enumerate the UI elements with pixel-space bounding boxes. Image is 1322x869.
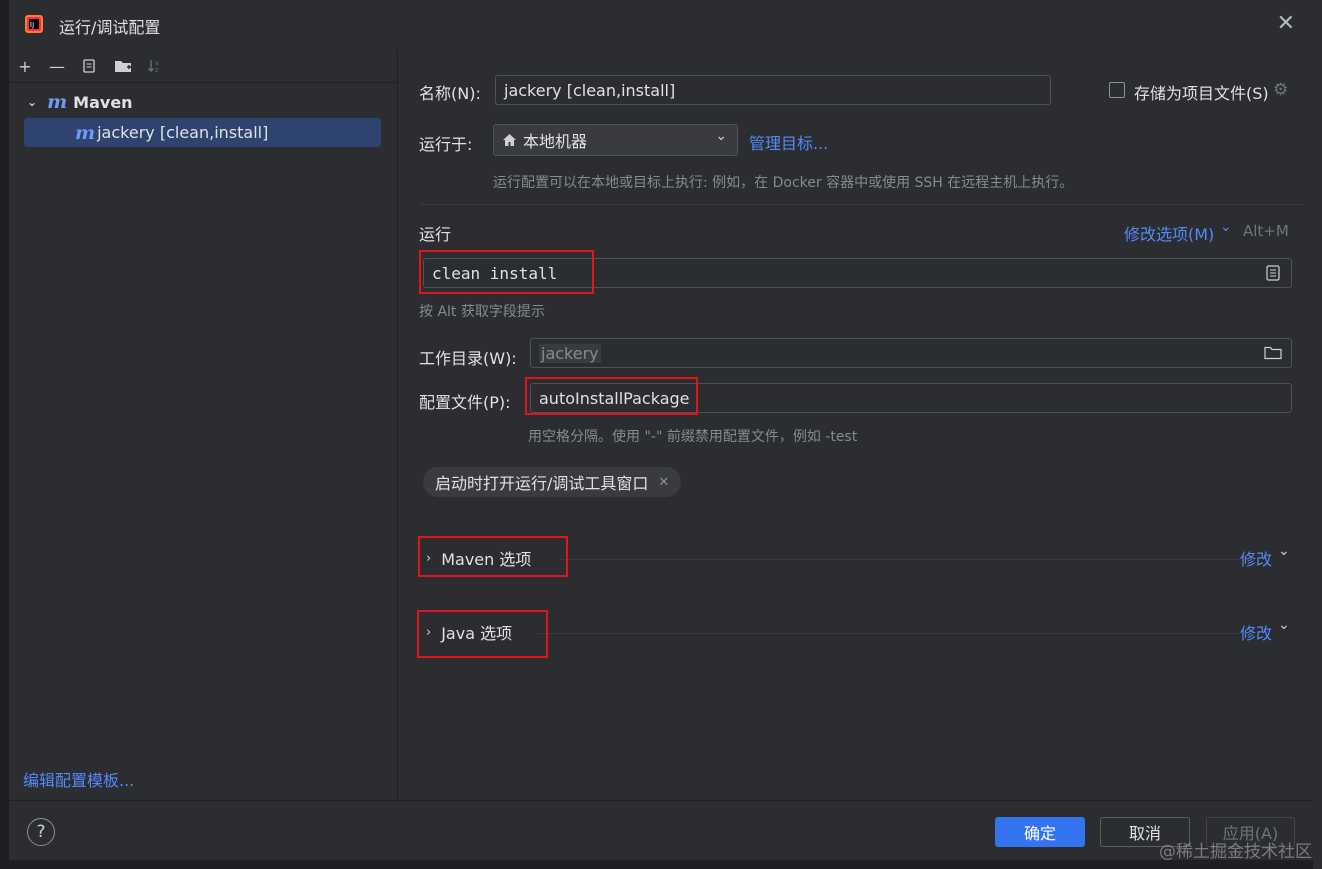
modify-options-link[interactable]: 修改选项(M) (1124, 221, 1214, 245)
maven-options-title: Maven 选项 (441, 550, 532, 569)
profiles-label: 配置文件(P): (419, 393, 511, 412)
chevron-down-icon: ⌄ (1220, 219, 1232, 235)
remove-icon[interactable]: — (47, 56, 67, 76)
run-section-title: 运行 (419, 225, 452, 244)
dialog-title: 运行/调试配置 (59, 18, 161, 37)
profiles-input[interactable]: autoInstallPackage (530, 383, 1292, 413)
watermark: @稀土掘金技术社区 (1159, 842, 1312, 862)
tree-node-selected-config[interactable]: m jackery [clean,install] (24, 118, 381, 147)
add-icon[interactable]: + (15, 56, 35, 76)
svg-text:a: a (155, 60, 159, 67)
store-as-file-checkbox[interactable] (1109, 82, 1125, 98)
divider (560, 559, 1240, 560)
tree-node-maven[interactable]: ⌄ m Maven (27, 91, 133, 113)
open-tool-window-option-chip[interactable]: 启动时打开运行/调试工具窗口 ✕ (423, 467, 682, 497)
svg-text:z: z (155, 67, 158, 74)
config-tree-panel: + — az ⌄ m Maven m jackery [clean,instal… (9, 50, 398, 800)
chevron-down-icon[interactable]: ⌄ (27, 95, 37, 109)
profiles-value: autoInstallPackage (539, 388, 690, 408)
java-options-title: Java 选项 (441, 624, 513, 643)
sort-icon[interactable]: az (145, 56, 165, 76)
svg-text:IJ: IJ (30, 21, 34, 29)
ok-button[interactable]: 确定 (995, 817, 1085, 847)
manage-targets-link[interactable]: 管理目标... (749, 130, 828, 154)
chevron-down-icon[interactable]: ⌄ (1278, 543, 1290, 559)
modify-shortcut: Alt+M (1243, 222, 1289, 240)
run-debug-config-dialog: IJ 运行/调试配置 ✕ + — az ⌄ m Maven m jackery … (9, 0, 1313, 860)
maven-modify-link[interactable]: 修改 (1240, 546, 1272, 570)
background-right-edge (1313, 0, 1322, 869)
help-icon[interactable]: ? (27, 818, 55, 846)
dialog-footer: ? 确定 取消 应用(A) (9, 800, 1313, 861)
run-on-hint: 运行配置可以在本地或目标上执行: 例如，在 Docker 容器中或使用 SSH … (493, 175, 1074, 191)
java-modify-link[interactable]: 修改 (1240, 620, 1272, 644)
run-on-label: 运行于: (419, 135, 473, 154)
chevron-right-icon: › (426, 550, 432, 566)
store-as-file-label: 存储为项目文件(S) (1134, 84, 1269, 103)
edit-templates-link[interactable]: 编辑配置模板... (23, 767, 134, 791)
title-bar: IJ 运行/调试配置 ✕ (9, 0, 1313, 50)
run-on-select[interactable]: 本地机器 ⌄ (493, 124, 738, 156)
java-options-section[interactable]: › Java 选项 (426, 620, 512, 644)
name-input-value: jackery [clean,install] (504, 80, 676, 100)
workdir-input[interactable]: jackery (530, 338, 1292, 368)
name-input[interactable]: jackery [clean,install] (495, 75, 1051, 105)
copy-icon[interactable] (79, 56, 99, 76)
divider (538, 633, 1240, 634)
folder-icon[interactable] (1264, 346, 1282, 360)
run-on-value: 本地机器 (523, 132, 588, 151)
tree-node-label: Maven (73, 92, 133, 112)
close-icon[interactable]: ✕ (658, 475, 669, 490)
gear-icon[interactable]: ⚙ (1273, 80, 1288, 100)
chevron-down-icon: ⌄ (715, 128, 727, 144)
close-icon[interactable]: ✕ (1277, 12, 1295, 36)
workdir-value: jackery (539, 343, 601, 363)
maven-options-section[interactable]: › Maven 选项 (426, 546, 531, 570)
new-folder-icon[interactable] (113, 56, 133, 76)
divider (419, 204, 1302, 205)
config-form: 名称(N): jackery [clean,install] 存储为项目文件(S… (398, 50, 1313, 800)
intellij-app-icon: IJ (25, 15, 43, 33)
chip-label: 启动时打开运行/调试工具窗口 (435, 474, 649, 493)
expand-editor-icon[interactable] (1266, 265, 1280, 281)
maven-icon: m (75, 121, 96, 144)
command-line-value: clean install (432, 263, 558, 283)
command-line-input[interactable]: clean install (423, 258, 1292, 288)
tree-toolbar: + — az (9, 50, 397, 83)
tree-node-label: jackery [clean,install] (97, 123, 269, 142)
home-icon (503, 134, 516, 146)
background-left-edge (0, 0, 9, 869)
chevron-down-icon[interactable]: ⌄ (1278, 617, 1290, 633)
workdir-label: 工作目录(W): (419, 349, 517, 368)
command-line-hint: 按 Alt 获取字段提示 (419, 304, 545, 320)
profiles-hint: 用空格分隔。使用 "-" 前缀禁用配置文件，例如 -test (528, 429, 858, 445)
name-label: 名称(N): (419, 84, 481, 103)
chevron-right-icon: › (426, 624, 432, 640)
maven-icon: m (47, 91, 68, 113)
